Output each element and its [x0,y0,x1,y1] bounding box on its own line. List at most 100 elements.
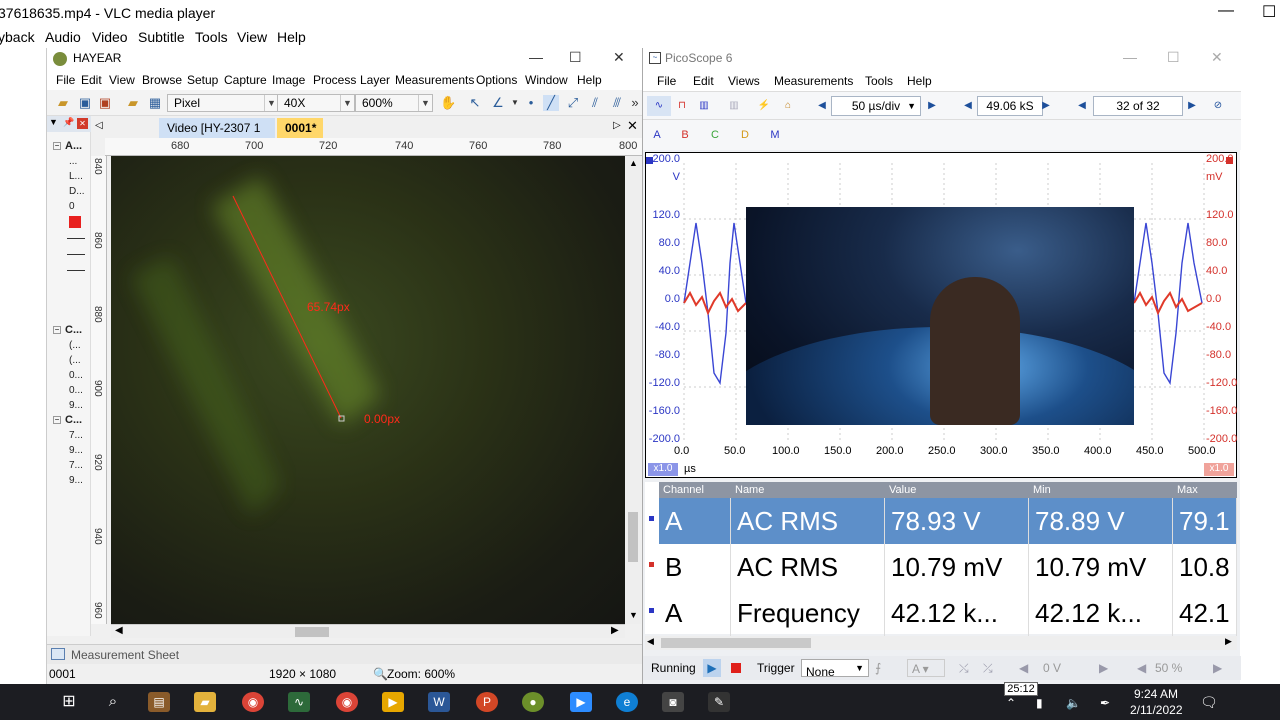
menu-video[interactable]: Video [92,29,128,45]
column-header[interactable]: Value [885,482,1029,498]
column-header[interactable]: Max [1173,482,1237,498]
pico-minimize-button[interactable]: — [1123,49,1137,65]
table-row[interactable]: B AC RMS 10.79 mV 10.79 mV 10.8 [659,544,1237,590]
powerpoint-icon[interactable]: P [476,692,498,712]
serial-decode-icon[interactable]: ▥ [725,96,743,116]
battery-icon[interactable]: ▮ [1036,696,1043,710]
hayear-menu-image[interactable]: Image [272,73,305,87]
word-icon[interactable]: W [428,692,450,712]
layer-item[interactable]: L... [69,171,83,182]
chrome-icon[interactable]: ◉ [336,692,358,712]
layer-item[interactable]: (... [69,355,81,366]
tab-video[interactable]: Video [HY-2307 1 [159,118,275,138]
trigger-channel-select[interactable]: A ▾ [907,659,945,677]
channel-a-button[interactable]: A [647,126,667,144]
menu-view[interactable]: View [237,29,267,45]
percent-next-icon[interactable]: ▶ [1213,661,1222,675]
samples-field[interactable]: 49.06 kS [977,96,1043,116]
hayear-minimize-button[interactable]: — [529,49,543,65]
column-header[interactable]: Min [1029,482,1173,498]
layer-item[interactable]: 7... [69,460,83,471]
channel-b-button[interactable]: B [675,126,695,144]
table-horizontal-scrollbar[interactable]: ◀ ▶ [645,636,1237,650]
scroll-thumb[interactable] [661,638,811,648]
microscope-image[interactable]: 65.74px 0.00px [111,156,625,624]
panel-menu-icon[interactable]: ▼ [49,117,58,127]
save-as-icon[interactable]: ▣ [97,95,113,111]
scroll-thumb[interactable] [295,627,329,637]
spectrum-mode-icon[interactable]: ▥ [695,96,713,116]
table-row[interactable]: A Frequency 42.12 k... 42.12 k... 42.1 [659,590,1237,636]
objective-select[interactable]: 40X ▼ [277,94,355,112]
scroll-down-icon[interactable]: ▼ [629,610,638,620]
pico-menu-tools[interactable]: Tools [865,74,893,88]
buffer-navigator-icon[interactable]: ⊘ [1209,96,1227,116]
point-tool-icon[interactable]: • [523,95,539,111]
falling-edge-icon[interactable]: ⤰ [983,661,993,676]
tray-chevron-icon[interactable]: ⌃ [1006,696,1016,710]
layer-item[interactable]: 9... [69,445,83,456]
line-style-icon[interactable] [67,238,85,239]
buffer-prev-icon[interactable]: ◀ [1073,96,1091,116]
layer-item[interactable]: (... [69,340,81,351]
hayear-maximize-button[interactable]: ☐ [569,49,582,66]
scroll-up-icon[interactable]: ▲ [629,158,638,168]
x-scale-left-badge[interactable]: x1.0 [648,463,678,476]
tab-scroll-right-icon[interactable]: ▷ [613,120,621,131]
timebase-select[interactable]: 50 µs/div ▼ [831,96,921,116]
pin-icon[interactable]: 📌 [63,117,74,128]
trigger-level-field[interactable]: 0 V [1043,661,1061,675]
scroll-right-icon[interactable]: ▶ [611,625,619,636]
layer-item[interactable]: ... [69,156,77,167]
layer-item[interactable]: 0... [69,385,83,396]
layer-item[interactable]: 9... [69,400,83,411]
start-windows-icon[interactable]: ⊞ [58,692,80,712]
file-manager-icon[interactable]: ▤ [148,692,170,712]
layer-item[interactable]: 7... [69,430,83,441]
samples-next-icon[interactable]: ▶ [1037,96,1055,116]
open-folder-icon[interactable]: ▰ [55,95,71,111]
hayear-menu-browse[interactable]: Browse [142,73,182,87]
sharex-icon[interactable]: ▶ [382,692,404,712]
tab-0001[interactable]: 0001* [277,118,323,138]
maximize-button[interactable]: ☐ [1262,2,1276,22]
hayear-menu-edit[interactable]: Edit [81,73,102,87]
hayear-taskbar-icon[interactable]: ● [522,692,544,712]
unit-select[interactable]: Pixel ▼ [167,94,279,112]
zoom-select[interactable]: 600% ▼ [355,94,433,112]
layer-item[interactable]: 0 [69,201,75,212]
search-icon[interactable]: ⌕ [102,692,124,712]
trigger-type-icon[interactable]: ⨍ [875,661,881,675]
line-style-icon[interactable] [67,254,85,255]
menu-playback[interactable]: yback [0,29,35,45]
pico-menu-views[interactable]: Views [728,74,760,88]
menu-help[interactable]: Help [277,29,306,45]
scroll-right-icon[interactable]: ▶ [1225,636,1232,647]
hayear-menu-window[interactable]: Window [525,73,568,87]
hayear-menu-options[interactable]: Options [476,73,517,87]
pretrigger-field[interactable]: 50 % [1155,661,1182,675]
volume-icon[interactable]: 🔈 [1066,696,1081,710]
tab-scroll-left-icon[interactable]: ◁ [95,120,103,131]
hayear-menu-process[interactable]: Process [313,73,356,87]
stock-app-icon[interactable]: ∿ [288,692,310,712]
folder-icon[interactable]: ▰ [194,692,216,712]
column-header[interactable]: Name [731,482,885,498]
timebase-prev-icon[interactable]: ◀ [813,96,831,116]
buffer-next-icon[interactable]: ▶ [1183,96,1201,116]
probe-icon[interactable]: ⚡ [755,96,773,116]
minimize-button[interactable]: — [1218,2,1234,20]
pico-menu-file[interactable]: File [657,74,676,88]
level-prev-icon[interactable]: ◀ [1019,661,1028,675]
pico-menu-help[interactable]: Help [907,74,932,88]
scroll-left-icon[interactable]: ◀ [115,625,123,636]
arrow-line-tool-icon[interactable]: ⤢ [565,95,581,111]
clock-time[interactable]: 9:24 AM [1134,687,1178,701]
parallel-line-tool-icon[interactable]: ⫽ [587,95,603,111]
scroll-left-icon[interactable]: ◀ [647,636,654,647]
collapse-icon[interactable]: − [53,416,61,424]
x-scale-right-badge[interactable]: x1.0 [1204,463,1234,476]
multi-line-tool-icon[interactable]: ⫻ [609,95,625,111]
horizontal-scrollbar[interactable]: ◀ ▶ [111,624,625,638]
persistence-mode-icon[interactable]: ⊓ [673,96,691,116]
